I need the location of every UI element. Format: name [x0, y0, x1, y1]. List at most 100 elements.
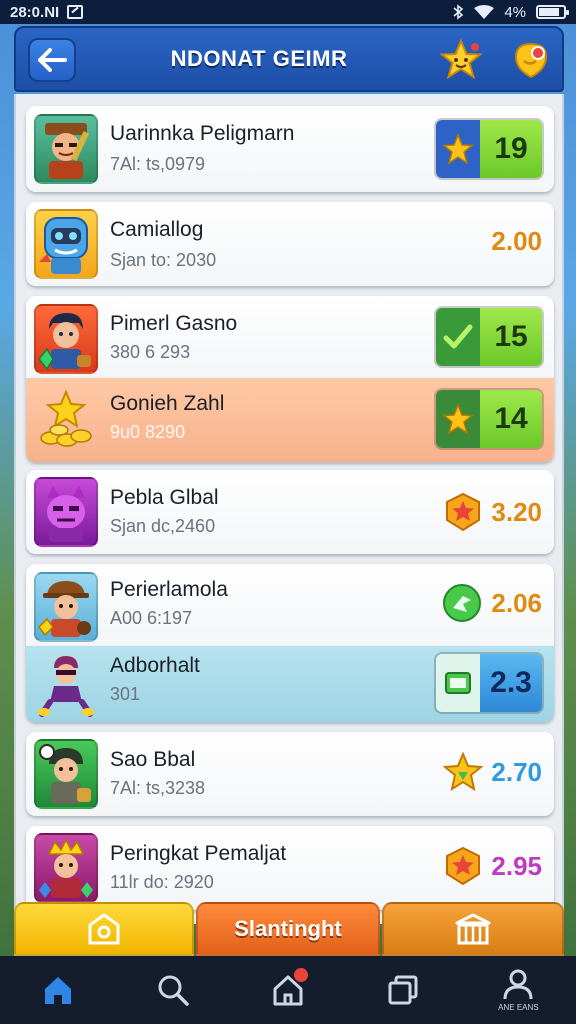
score-value: 2.06	[491, 587, 542, 618]
search-icon	[158, 975, 189, 1006]
row-name: Sao Bbal	[110, 748, 196, 771]
ninja-avatar-icon	[38, 656, 94, 717]
ticket-icon	[436, 654, 480, 712]
store-tab[interactable]	[382, 902, 564, 956]
row-subtitle: 9u0 8290	[110, 422, 186, 442]
notification-icon	[67, 5, 84, 19]
row-name: Peringkat Pemaljat	[110, 842, 287, 865]
avatar	[34, 739, 98, 809]
profile-caption: ANE EANS	[498, 1003, 539, 1012]
gold-coins-icon	[40, 389, 92, 447]
score-value: 2.3	[480, 654, 542, 712]
status-bar: 28:0.NI 4%	[0, 0, 576, 24]
main-action-label: Slantinght	[234, 916, 342, 941]
star-face-icon	[439, 39, 483, 80]
profile-icon	[503, 969, 533, 1000]
home-icon	[44, 977, 71, 1004]
list-item[interactable]: Adborhalt 301 2.3	[26, 646, 554, 722]
row-subtitle: 380 6 293	[110, 342, 191, 362]
avatar	[34, 477, 98, 547]
row-name: Gonieh Zahl	[110, 392, 225, 415]
row-subtitle: 7Al: ts,3238	[110, 778, 206, 798]
favorites-button[interactable]	[438, 38, 484, 82]
nav-search[interactable]	[115, 956, 230, 1024]
score-value: 19	[480, 120, 542, 178]
score-badge: 3.20	[443, 492, 542, 532]
row-name: Adborhalt	[110, 654, 200, 677]
bluetooth-icon	[453, 4, 464, 20]
warrior-avatar-icon	[39, 744, 91, 804]
star-icon	[436, 120, 480, 178]
king-avatar-icon	[39, 838, 93, 898]
row-subtitle: 11lr do: 2920	[110, 872, 214, 892]
row-name: Camiallog	[110, 218, 204, 241]
list-item[interactable]: Pebla Glbal Sjan dc,2460 3.20	[26, 470, 554, 554]
avatar	[34, 304, 98, 374]
list-item[interactable]: Peringkat Pemaljat 11lr do: 2920 2.95	[26, 826, 554, 910]
shop-icon	[88, 913, 120, 945]
battery-percent: 4%	[504, 3, 526, 21]
notification-badge-icon	[514, 42, 548, 79]
status-time: 28:0.NI	[10, 3, 60, 21]
score-value: 14	[480, 390, 542, 448]
score-badge: 19	[434, 118, 544, 180]
alerts-button[interactable]	[508, 38, 554, 82]
shop-tab[interactable]	[14, 902, 194, 956]
score-badge: 2.3	[434, 652, 544, 714]
arrow-badge-icon	[443, 584, 482, 622]
avatar	[34, 572, 98, 642]
action-bar: Slantinght	[14, 902, 564, 956]
check-icon	[436, 308, 480, 366]
score-value: 2.95	[491, 850, 542, 881]
app-header: NDONAT GEIMR	[14, 26, 564, 92]
star-badge-icon	[443, 752, 484, 792]
nav-home[interactable]	[0, 956, 115, 1024]
avatar	[34, 650, 98, 720]
status-left: 28:0.NI	[10, 3, 84, 21]
score-value: 2.70	[491, 756, 542, 787]
row-name: Perierlamola	[110, 578, 228, 601]
row-subtitle: Sjan to: 2030	[110, 250, 217, 270]
nav-profile[interactable]: ANE EANS	[461, 956, 576, 1024]
row-subtitle: Sjan dc,2460	[110, 516, 216, 536]
avatar	[34, 209, 98, 279]
ranking-list: Uarinnka Peligmarn 7Al: ts,0979 19 Camia…	[14, 94, 564, 924]
list-item[interactable]: Uarinnka Peligmarn 7Al: ts,0979 19	[26, 106, 554, 192]
score-badge: 2.00	[491, 226, 542, 257]
list-item[interactable]: Sao Bbal 7Al: ts,3238 2.70	[26, 732, 554, 816]
main-action-tab[interactable]: Slantinght	[196, 902, 380, 956]
star-badge-icon	[446, 846, 481, 886]
adventurer-avatar-icon	[45, 123, 90, 179]
explorer-avatar-icon	[38, 581, 91, 637]
notification-dot	[294, 968, 309, 982]
row-subtitle: 301	[110, 684, 141, 704]
avatar	[34, 384, 98, 454]
monster-avatar-icon	[47, 486, 85, 542]
score-badge: 2.70	[443, 752, 542, 792]
score-value: 15	[480, 308, 542, 366]
score-badge: 15	[434, 306, 544, 368]
nav-windows[interactable]	[346, 956, 461, 1024]
row-name: Uarinnka Peligmarn	[110, 122, 295, 145]
hero-avatar-icon	[38, 313, 91, 371]
nav-notifications[interactable]	[230, 956, 345, 1024]
row-name: Pimerl Gasno	[110, 312, 238, 335]
status-right: 4%	[452, 3, 569, 21]
row-subtitle: 7Al: ts,0979	[110, 154, 206, 174]
store-icon	[455, 913, 491, 945]
list-item[interactable]: Camiallog Sjan to: 2030 2.00	[26, 202, 554, 286]
windows-icon	[388, 975, 418, 1005]
score-value: 3.20	[491, 496, 542, 527]
score-badge: 2.95	[443, 846, 542, 886]
row-subtitle: A00 6:197	[110, 608, 193, 628]
avatar	[34, 833, 98, 903]
wifi-icon	[474, 4, 495, 19]
battery-icon	[536, 5, 569, 19]
list-item[interactable]: Pimerl Gasno 380 6 293 15	[26, 296, 554, 378]
list-item[interactable]: Perierlamola A00 6:197 2.06	[26, 564, 554, 646]
list-item[interactable]: Gonieh Zahl 9u0 8290 14	[26, 378, 554, 462]
bottom-navigation: ANE EANS	[0, 956, 576, 1024]
score-badge: 14	[434, 388, 544, 450]
score-value: 2.00	[491, 226, 542, 256]
star-icon	[436, 390, 480, 448]
